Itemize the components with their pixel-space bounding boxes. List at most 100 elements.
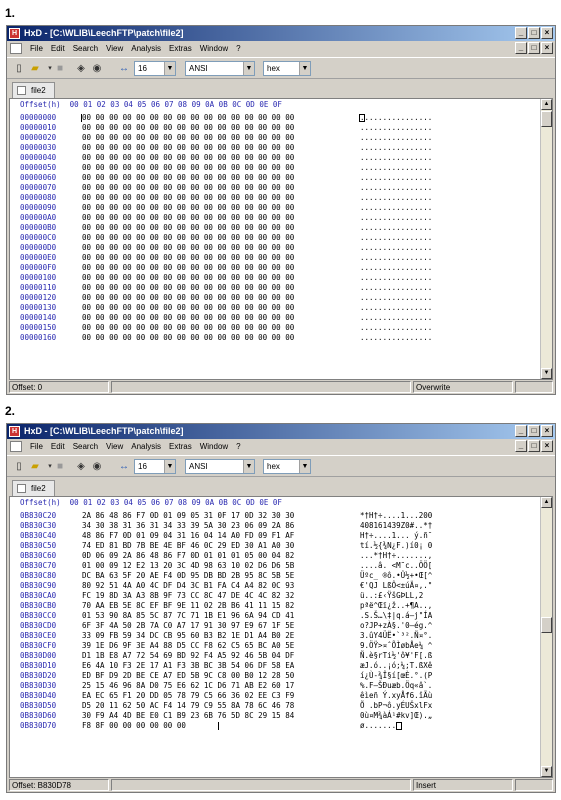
row-text[interactable]: tí.½{¾N¿F.)í0¡ 0 xyxy=(360,541,432,551)
menu-item[interactable]: Extras xyxy=(165,41,196,56)
menu-item[interactable]: View xyxy=(102,439,127,454)
hex-row[interactable]: 0B830D30 25 15 46 96 8A D0 75 E6 62 1C D6… xyxy=(10,681,552,691)
row-text[interactable]: 9.ÖŸ>¤ˆÕÌøbÅe¼ ^ xyxy=(360,641,432,651)
scroll-thumb[interactable] xyxy=(541,617,552,633)
hex-row[interactable]: 000000A0 00 00 00 00 00 00 00 00 00 00 00… xyxy=(10,213,552,223)
hex-row[interactable]: 00000050 00 00 00 00 00 00 00 00 00 00 00… xyxy=(10,163,552,173)
charset-select[interactable]: ANSI ▼ xyxy=(185,61,255,76)
hex-row[interactable]: 0B830D70 F8 8F 00 00 00 00 00 00 ø....... xyxy=(10,721,552,731)
tab-file2[interactable]: file2 xyxy=(12,480,55,496)
row-text[interactable]: 408161439Z0#..*† xyxy=(360,521,432,531)
row-text[interactable]: ................ xyxy=(360,143,432,153)
menu-item[interactable]: Window xyxy=(196,41,232,56)
row-text[interactable]: ü..:£‹ŸšGÞLL‚2 xyxy=(360,591,423,601)
row-text[interactable]: ................ xyxy=(360,123,432,133)
hex-row[interactable]: 0B830D40 EA EC 65 F1 20 DD 05 78 79 C5 66… xyxy=(10,691,552,701)
ram-editor-icon[interactable]: ◉ xyxy=(90,62,104,75)
row-hex-bytes[interactable]: 70 AA EB 5E 8C EF BF 9E 11 02 2B B6 41 1… xyxy=(82,601,294,611)
hex-row[interactable]: 000000F0 00 00 00 00 00 00 00 00 00 00 00… xyxy=(10,263,552,273)
document-icon[interactable] xyxy=(10,43,22,54)
hex-row[interactable]: 00000070 00 00 00 00 00 00 00 00 00 00 00… xyxy=(10,183,552,193)
minimize-icon[interactable]: _ xyxy=(515,425,527,437)
menu-item[interactable]: Edit xyxy=(47,41,69,56)
hex-row[interactable]: 00000030 00 00 00 00 00 00 00 00 00 00 00… xyxy=(10,143,552,153)
row-hex-bytes[interactable]: 34 30 38 31 36 31 34 33 39 5A 30 23 06 0… xyxy=(82,521,294,531)
row-hex-bytes[interactable]: 00 00 00 00 00 00 00 00 00 00 00 00 00 0… xyxy=(82,283,294,293)
hex-row[interactable]: 00000160 00 00 00 00 00 00 00 00 00 00 00… xyxy=(10,333,552,343)
hex-row[interactable]: 0B830C50 74 ED 81 BD 7B BE 4E BF 46 0C 29… xyxy=(10,541,552,551)
vertical-scrollbar[interactable]: ▲ ▼ xyxy=(540,99,552,379)
row-hex-bytes[interactable]: 39 1E D6 9F 3E A4 88 D5 CC F8 62 C5 65 B… xyxy=(82,641,294,651)
row-hex-bytes[interactable]: 00 00 00 00 00 00 00 00 00 00 00 00 00 0… xyxy=(82,133,294,143)
row-text[interactable]: ....â. <M˜c..ÖÖ[ xyxy=(360,561,432,571)
hex-row[interactable]: 00000040 00 00 00 00 00 00 00 00 00 00 00… xyxy=(10,153,552,163)
row-text[interactable]: .S.Š…\‡|q.á–j"ÍA xyxy=(360,611,432,621)
row-text[interactable]: ................ xyxy=(360,263,432,273)
menu-item[interactable]: Analysis xyxy=(127,439,165,454)
row-hex-bytes[interactable]: 00 00 00 00 00 00 00 00 00 00 00 00 00 0… xyxy=(82,183,294,193)
hex-row[interactable]: 0B830C60 0D 06 09 2A 86 48 86 F7 0D 01 01… xyxy=(10,551,552,561)
row-text[interactable]: ................ xyxy=(360,153,432,163)
row-text[interactable]: %.F–ŠÐuæb.Öq«â`. xyxy=(360,681,432,691)
row-text[interactable]: ................ xyxy=(360,223,432,233)
row-hex-bytes[interactable]: EA EC 65 F1 20 DD 05 78 79 C5 66 36 02 E… xyxy=(82,691,294,701)
row-hex-bytes[interactable]: 00 00 00 00 00 00 00 00 00 00 00 00 00 0… xyxy=(82,263,294,273)
doc-minimize-icon[interactable]: _ xyxy=(515,42,527,54)
row-hex-bytes[interactable]: 00 00 00 00 00 00 00 00 00 00 00 00 00 0… xyxy=(82,253,294,263)
hex-row[interactable]: 00000020 00 00 00 00 00 00 00 00 00 00 00… xyxy=(10,133,552,143)
row-text[interactable]: ................ xyxy=(360,253,432,263)
row-text[interactable]: ...*†H†÷.......‚ xyxy=(360,551,432,561)
row-hex-bytes[interactable]: 00 00 00 00 00 00 00 00 00 00 00 00 00 0… xyxy=(82,233,294,243)
row-text[interactable]: *†H†÷....1...200 xyxy=(360,511,432,521)
menu-item[interactable]: Window xyxy=(196,439,232,454)
row-text[interactable]: H†÷....1... ý.ñ¯ xyxy=(360,531,432,541)
tab-file2[interactable]: file2 xyxy=(12,82,55,98)
hex-row[interactable]: 00000120 00 00 00 00 00 00 00 00 00 00 00… xyxy=(10,293,552,303)
document-icon[interactable] xyxy=(10,441,22,452)
hex-row[interactable]: 0B830D00 D1 1B E8 A7 72 54 69 BD 92 F4 A5… xyxy=(10,651,552,661)
row-hex-bytes[interactable]: 00 00 00 00 00 00 00 00 00 00 00 00 00 0… xyxy=(82,293,294,303)
disk-editor-icon[interactable]: ◈ xyxy=(74,62,88,75)
hex-row[interactable]: 0B830C90 80 92 51 4A A0 4C DF D4 3C B1 FA… xyxy=(10,581,552,591)
row-hex-bytes[interactable]: 25 15 46 96 8A D0 75 E6 62 1C D6 71 AB E… xyxy=(82,681,294,691)
hex-row[interactable]: 0B830CF0 39 1E D6 9F 3E A4 88 D5 CC F8 62… xyxy=(10,641,552,651)
row-hex-bytes[interactable]: 00 00 00 00 00 00 00 00 00 00 00 00 00 0… xyxy=(82,163,294,173)
hex-row[interactable]: 0B830D20 ED BF D9 2D BE CE A7 ED 5B 9C C8… xyxy=(10,671,552,681)
row-text[interactable]: ................ xyxy=(360,173,432,183)
row-hex-bytes[interactable]: D5 20 11 62 50 AC F4 14 79 C9 55 8A 78 6… xyxy=(82,701,294,711)
save-icon[interactable]: ■ xyxy=(53,62,67,75)
hex-row[interactable]: 0B830C70 01 00 09 12 E2 13 20 3C 4D 98 63… xyxy=(10,561,552,571)
row-text[interactable]: ø....... xyxy=(360,721,396,731)
hex-row[interactable]: 000000C0 00 00 00 00 00 00 00 00 00 00 00… xyxy=(10,233,552,243)
row-hex-bytes[interactable]: 00 00 00 00 00 00 00 00 00 00 00 00 00 0… xyxy=(82,213,294,223)
row-hex-bytes[interactable]: 80 92 51 4A A0 4C DF D4 3C B1 FA C4 A4 8… xyxy=(82,581,294,591)
new-file-icon[interactable]: ▯ xyxy=(12,460,26,473)
row-text[interactable]: ................ xyxy=(360,193,432,203)
title-bar[interactable]: H HxD - [C:\WLIB\LeechFTP\patch\file2] _ □ × xyxy=(7,424,555,439)
row-text[interactable]: ................ xyxy=(360,323,432,333)
open-folder-icon[interactable]: ▰ xyxy=(28,460,42,473)
doc-minimize-icon[interactable]: _ xyxy=(515,440,527,452)
row-hex-bytes[interactable]: DC BA 63 5F 20 AE F4 0D 95 DB BD 2B 95 8… xyxy=(82,571,294,581)
display-mode-select[interactable]: hex ▼ xyxy=(263,459,311,474)
hex-row[interactable]: 0B830C80 DC BA 63 5F 20 AE F4 0D 95 DB BD… xyxy=(10,571,552,581)
hex-row[interactable]: 00000110 00 00 00 00 00 00 00 00 00 00 00… xyxy=(10,283,552,293)
doc-close-icon[interactable]: × xyxy=(541,440,553,452)
row-hex-bytes[interactable]: 00 00 00 00 00 00 00 00 00 00 00 00 00 0… xyxy=(82,243,294,253)
row-hex-bytes[interactable]: 00 00 00 00 00 00 00 00 00 00 00 00 00 0… xyxy=(82,313,294,323)
row-hex-bytes[interactable]: 00 00 00 00 00 00 00 00 00 00 00 00 00 0… xyxy=(82,173,294,183)
row-text[interactable]: ................ xyxy=(360,243,432,253)
row-hex-bytes[interactable]: FC 19 8D 3A A3 8B 9F 73 CC 8C 47 DE 4C 4… xyxy=(82,591,294,601)
row-hex-bytes[interactable]: 01 00 09 12 E2 13 20 3C 4D 98 63 10 02 D… xyxy=(82,561,294,571)
row-text[interactable]: 3.ûY4ÜË•`³².Ñ¤°. xyxy=(360,631,432,641)
menu-item[interactable]: View xyxy=(102,41,127,56)
minimize-icon[interactable]: _ xyxy=(515,27,527,39)
scroll-down-icon[interactable]: ▼ xyxy=(541,368,552,379)
charset-select[interactable]: ANSI ▼ xyxy=(185,459,255,474)
menu-item[interactable]: File xyxy=(26,439,47,454)
hex-row[interactable]: 0B830C20 2A 86 48 86 F7 0D 01 09 05 31 0F… xyxy=(10,511,552,521)
hex-row[interactable]: 00000100 00 00 00 00 00 00 00 00 00 00 00… xyxy=(10,273,552,283)
row-hex-bytes[interactable]: 0D 06 09 2A 86 48 86 F7 0D 01 01 01 05 0… xyxy=(82,551,294,561)
row-text[interactable]: ................ xyxy=(360,163,432,173)
hex-editor-panel[interactable]: Offset(h) 00 01 02 03 04 05 06 07 08 09 … xyxy=(9,98,553,380)
